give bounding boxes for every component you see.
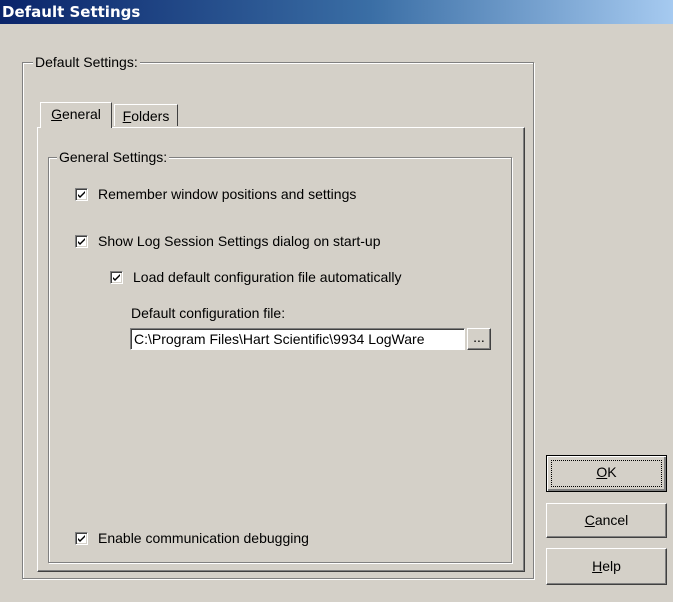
checkmark-icon xyxy=(78,190,85,198)
tab-folders-label: olders xyxy=(131,108,170,124)
general-settings-group-label: General Settings: xyxy=(57,149,170,165)
config-file-label: Default configuration file: xyxy=(131,305,286,321)
load-default-config-checkbox[interactable] xyxy=(110,270,123,284)
browse-button-label: ... xyxy=(473,329,485,345)
ok-button-accel: O xyxy=(596,464,608,480)
load-default-config-label: Load default configuration file automati… xyxy=(133,269,402,285)
show-log-session-checkbox[interactable] xyxy=(75,234,88,248)
ok-button[interactable]: OK xyxy=(546,455,667,492)
checkmark-icon xyxy=(78,534,85,542)
tab-folders[interactable]: Folders xyxy=(114,104,178,126)
window-title: Default Settings xyxy=(2,3,141,21)
tab-general[interactable]: General xyxy=(40,102,112,128)
checkmark-icon xyxy=(113,273,120,281)
cancel-button[interactable]: Cancel xyxy=(546,503,667,538)
tab-general-accel: G xyxy=(51,106,62,122)
tab-folders-accel: F xyxy=(122,108,132,124)
ok-button-label: K xyxy=(607,464,617,480)
checkmark-icon xyxy=(78,237,85,245)
tab-general-label: eneral xyxy=(61,106,101,122)
help-button-accel: H xyxy=(592,558,603,574)
load-default-config-option[interactable]: Load default configuration file automati… xyxy=(110,268,402,286)
show-log-session-option[interactable]: Show Log Session Settings dialog on star… xyxy=(75,232,381,250)
show-log-session-label: Show Log Session Settings dialog on star… xyxy=(98,233,381,249)
help-button[interactable]: Help xyxy=(546,548,667,585)
general-settings-group: General Settings: xyxy=(48,149,512,563)
browse-button[interactable]: ... xyxy=(467,328,491,350)
comm-debugging-checkbox[interactable] xyxy=(75,531,88,545)
config-file-input[interactable]: C:\Program Files\Hart Scientific\9934 Lo… xyxy=(130,328,465,350)
comm-debugging-label: Enable communication debugging xyxy=(98,530,309,546)
cancel-button-accel: C xyxy=(584,512,595,528)
title-bar[interactable]: Default Settings xyxy=(0,0,673,24)
remember-positions-checkbox[interactable] xyxy=(75,187,88,201)
cancel-button-label: ancel xyxy=(594,512,629,528)
comm-debugging-option[interactable]: Enable communication debugging xyxy=(75,529,309,547)
default-settings-group-label: Default Settings: xyxy=(33,54,140,70)
remember-positions-option[interactable]: Remember window positions and settings xyxy=(75,185,356,203)
remember-positions-label: Remember window positions and settings xyxy=(98,186,357,202)
help-button-label: elp xyxy=(602,558,621,574)
